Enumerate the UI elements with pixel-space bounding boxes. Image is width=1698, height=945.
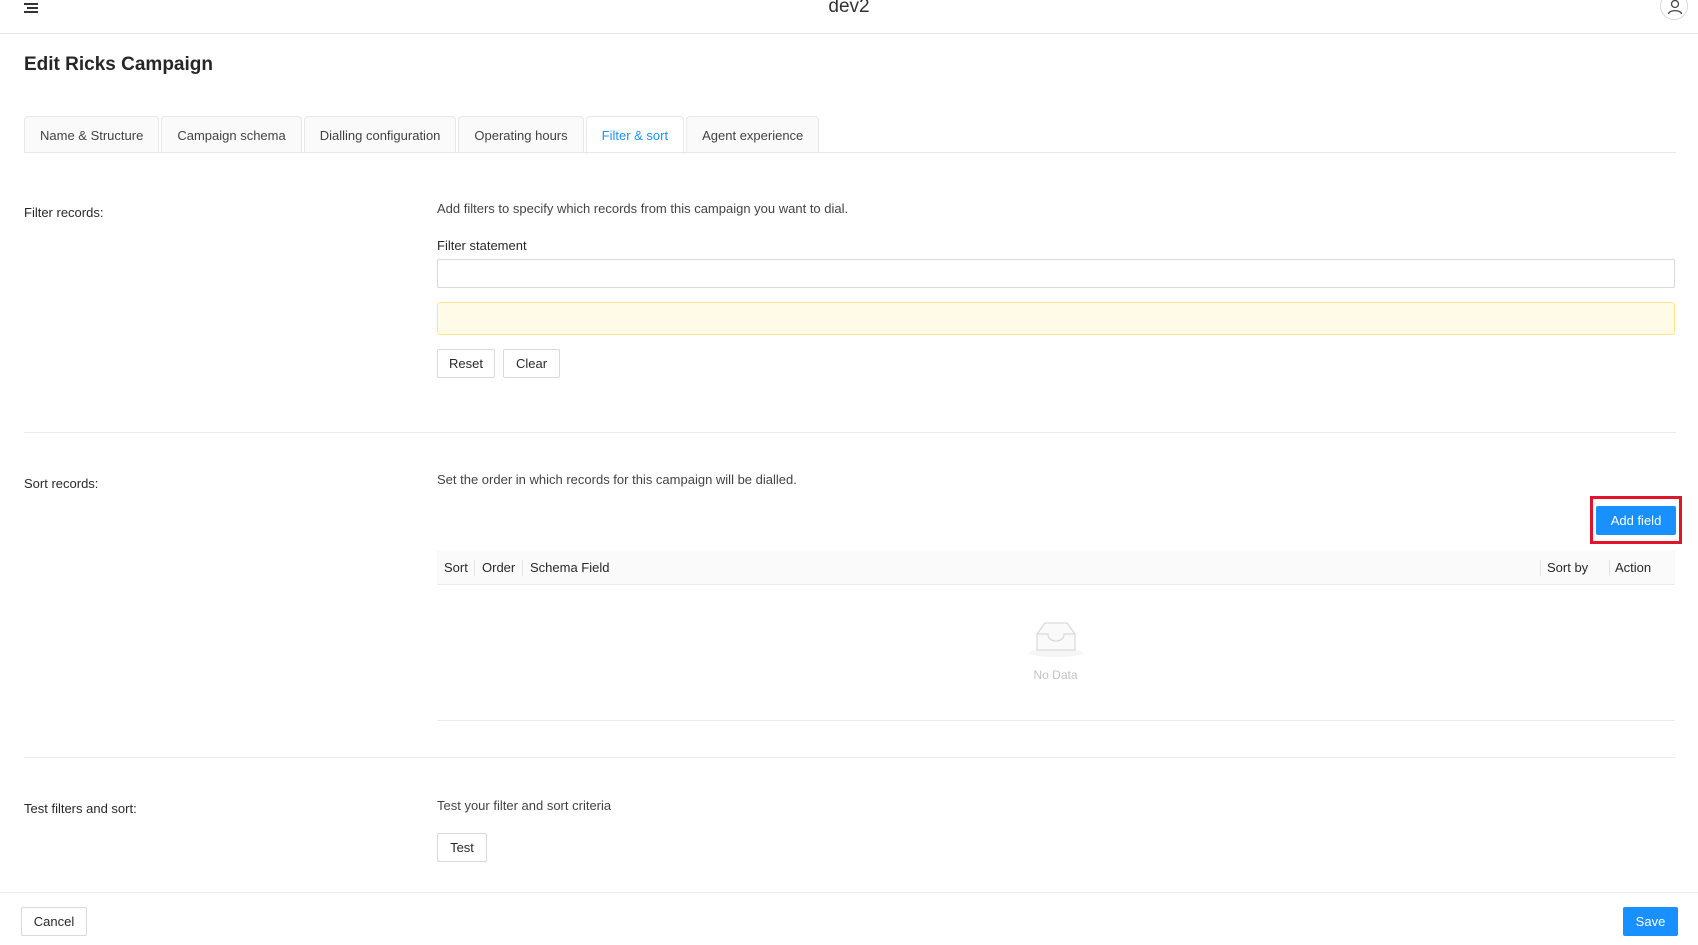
filter-warning-box — [437, 302, 1675, 335]
test-filters-label: Test filters and sort: — [24, 801, 137, 816]
reset-button[interactable]: Reset — [437, 349, 495, 378]
section-divider — [24, 432, 1676, 433]
cancel-button[interactable]: Cancel — [21, 907, 87, 936]
empty-inbox-icon — [1029, 622, 1083, 657]
column-separator — [474, 560, 475, 576]
filter-description: Add filters to specify which records fro… — [437, 201, 849, 216]
sort-description: Set the order in which records for this … — [437, 472, 797, 487]
column-separator — [522, 560, 523, 576]
column-header-sort[interactable]: Sort — [444, 551, 468, 585]
section-divider — [24, 757, 1676, 758]
save-button[interactable]: Save — [1623, 907, 1678, 936]
column-header-sort-by[interactable]: Sort by — [1547, 551, 1588, 585]
clear-button[interactable]: Clear — [503, 349, 560, 378]
empty-text: No Data — [1033, 668, 1078, 682]
column-header-action[interactable]: Action — [1615, 551, 1651, 585]
tab-campaign-schema[interactable]: Campaign schema — [161, 116, 302, 153]
sort-table-header: Sort Order Schema Field Sort by Action — [437, 551, 1675, 585]
tab-name-structure[interactable]: Name & Structure — [24, 116, 160, 153]
user-icon — [1667, 0, 1683, 15]
filter-statement-label: Filter statement — [437, 238, 527, 253]
tab-dialling-configuration[interactable]: Dialling configuration — [303, 116, 457, 153]
column-separator — [1609, 560, 1610, 576]
table-bottom-border — [437, 720, 1675, 721]
footer-divider — [0, 892, 1698, 893]
add-field-button[interactable]: Add field — [1596, 506, 1676, 535]
sort-records-label: Sort records: — [24, 476, 99, 491]
tab-operating-hours[interactable]: Operating hours — [458, 116, 584, 153]
filter-statement-input[interactable] — [437, 259, 1675, 288]
top-bar: dev2 — [0, 0, 1698, 34]
filter-records-label: Filter records: — [24, 205, 104, 220]
tab-filter-sort[interactable]: Filter & sort — [585, 116, 685, 154]
column-separator — [1540, 560, 1541, 576]
tab-agent-experience[interactable]: Agent experience — [686, 116, 820, 153]
app-title: dev2 — [828, 0, 870, 17]
test-description: Test your filter and sort criteria — [437, 798, 612, 813]
tabs-divider — [24, 152, 1676, 153]
page-title: Edit Ricks Campaign — [24, 54, 213, 75]
campaign-tabs: Name & Structure Campaign schema Diallin… — [24, 116, 821, 154]
column-header-order[interactable]: Order — [482, 551, 515, 585]
test-button[interactable]: Test — [437, 833, 487, 862]
column-header-schema-field[interactable]: Schema Field — [530, 551, 609, 585]
